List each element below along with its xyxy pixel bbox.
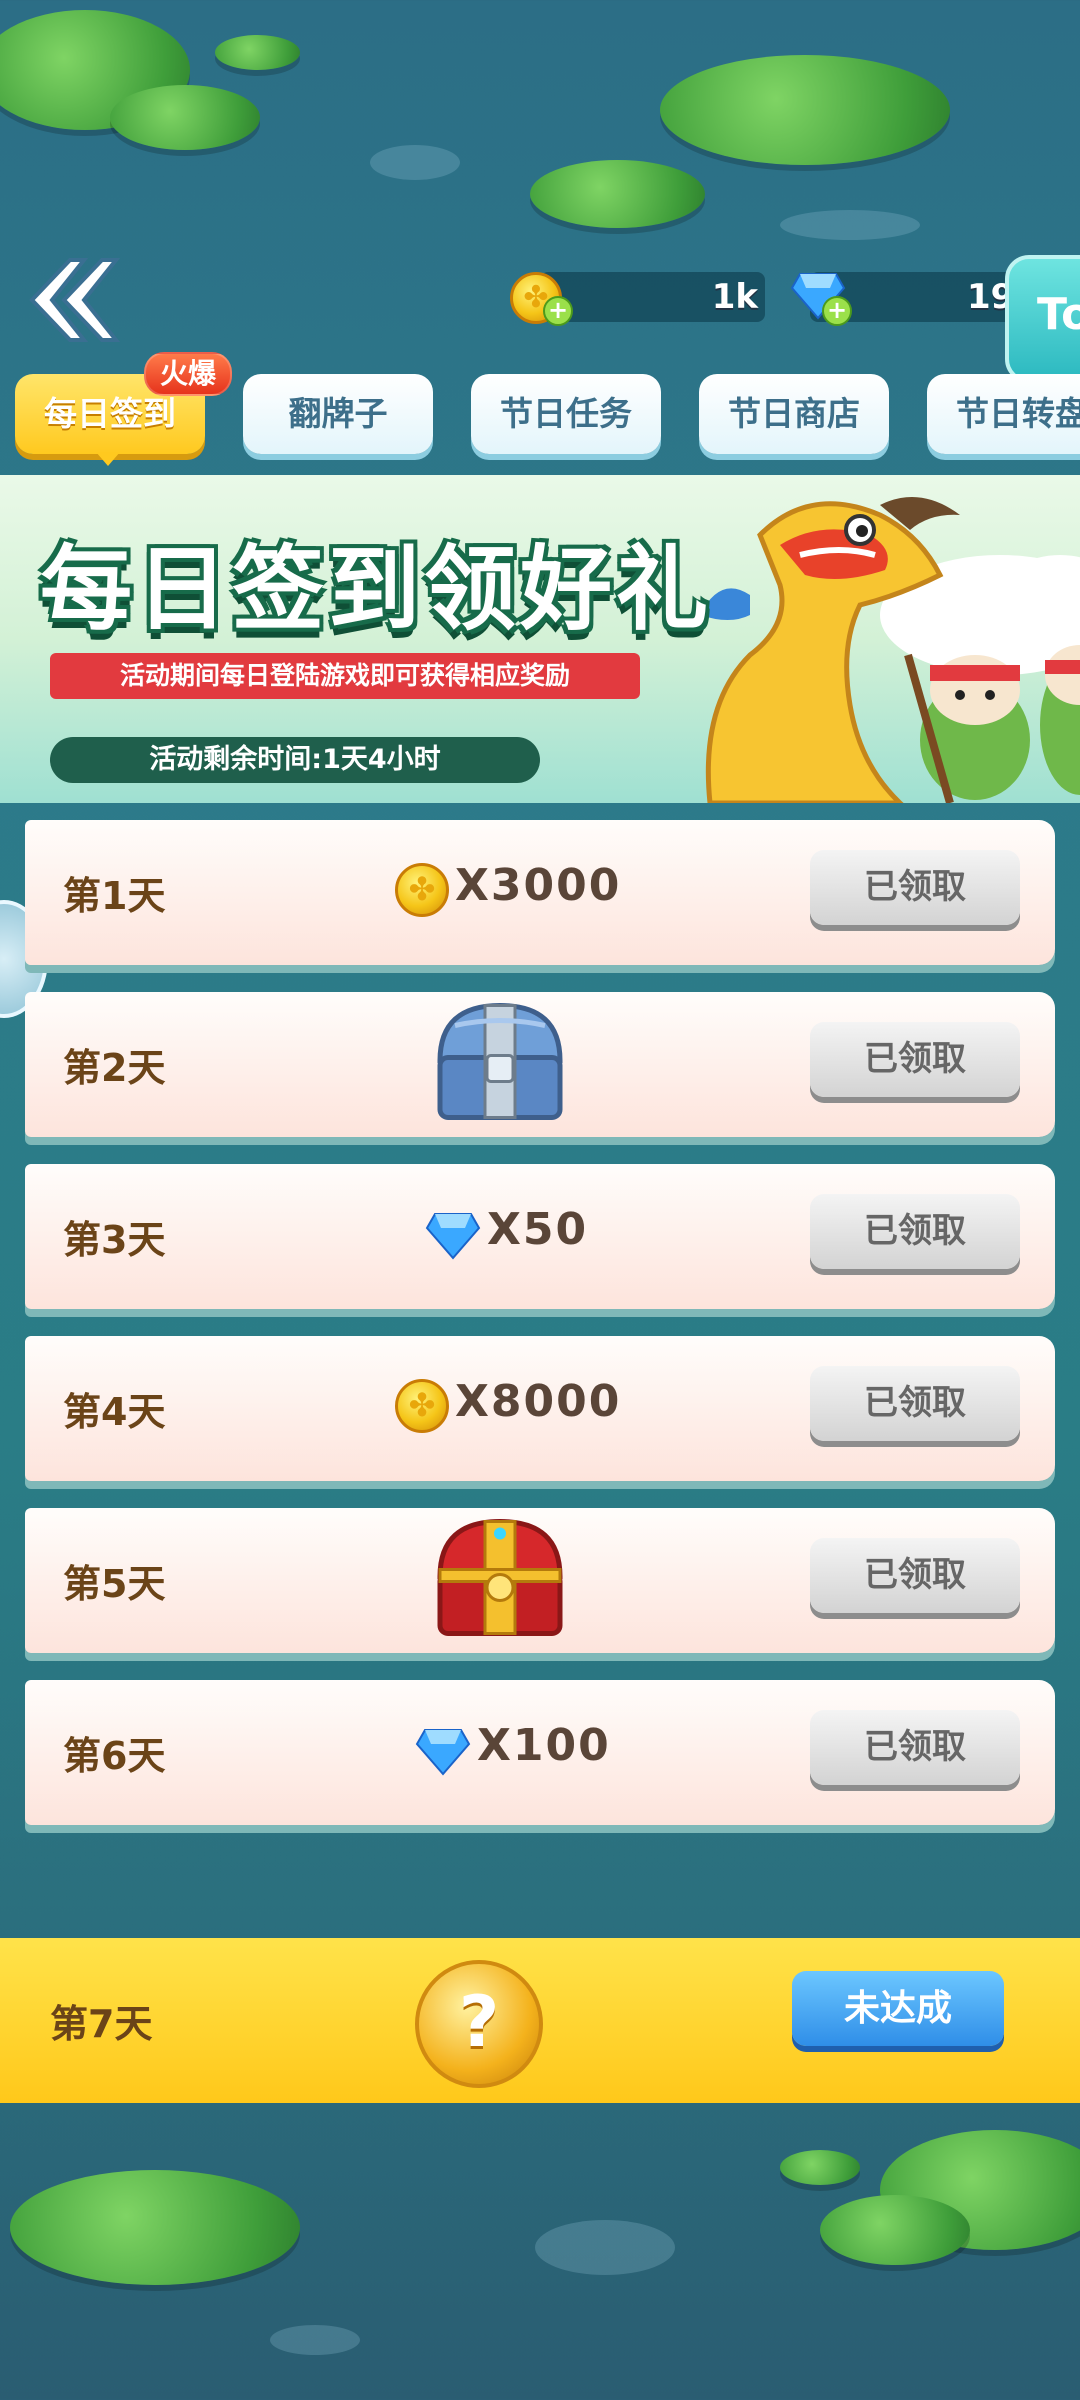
gem-icon xyxy=(415,1729,471,1776)
add-gems-icon[interactable]: + xyxy=(822,296,852,326)
day-label: 第7天 xyxy=(50,2002,153,2046)
day-label: 第1天 xyxy=(63,874,166,918)
claimed-button[interactable]: 已领取 xyxy=(810,1194,1020,1269)
claimed-button[interactable]: 已领取 xyxy=(810,1538,1020,1613)
mystery-reward-icon: ? xyxy=(415,1960,543,2088)
water-ripple xyxy=(270,2325,360,2355)
checkin-row-day5: 第5天 已领取 xyxy=(25,1508,1055,1653)
checkin-row-day6: 第6天 X100 已领取 xyxy=(25,1680,1055,1825)
lily-pad xyxy=(10,2170,300,2285)
lily-pad xyxy=(660,55,950,165)
red-chest-icon xyxy=(437,1518,563,1636)
water-ripple xyxy=(535,2220,675,2275)
lily-pad xyxy=(110,85,260,150)
banner-title: 每日签到领好礼 xyxy=(40,536,713,643)
checkin-row-day2: 第2天 已领取 xyxy=(25,992,1055,1137)
tab-festival-tasks[interactable]: 节日任务 xyxy=(471,374,661,454)
reward-amount: X8000 xyxy=(455,1376,622,1427)
coin-icon xyxy=(395,1379,449,1433)
lily-pad xyxy=(530,160,705,228)
tab-festival-shop[interactable]: 节日商店 xyxy=(699,374,889,454)
not-reached-button[interactable]: 未达成 xyxy=(792,1971,1004,2046)
checkin-row-day4: 第4天 X8000 已领取 xyxy=(25,1336,1055,1481)
reward: X3000 xyxy=(380,820,660,965)
reward-amount: X50 xyxy=(487,1204,589,1255)
active-tab-pointer xyxy=(96,452,120,466)
reward-amount: X3000 xyxy=(455,860,622,911)
hot-badge: 火爆 xyxy=(144,352,233,396)
back-arrow-icon[interactable] xyxy=(22,255,122,345)
checkin-row-day3: 第3天 X50 已领取 xyxy=(25,1164,1055,1309)
day-label: 第5天 xyxy=(63,1562,166,1606)
water-ripple xyxy=(780,210,920,240)
event-banner: 每日签到领好礼 活动期间每日登陆游戏即可获得相应奖励 活动剩余时间:1天4小时 xyxy=(0,475,1080,803)
claimed-button[interactable]: 已领取 xyxy=(810,1022,1020,1097)
checkin-row-day7: 第7天 ? 未达成 xyxy=(0,1938,1080,2103)
banner-subtitle: 活动期间每日登陆游戏即可获得相应奖励 xyxy=(50,653,640,699)
day-label: 第4天 xyxy=(63,1390,166,1434)
water-ripple xyxy=(370,145,460,180)
gem-icon xyxy=(425,1213,481,1260)
day-label: 第2天 xyxy=(63,1046,166,1090)
claimed-button[interactable]: 已领取 xyxy=(810,1710,1020,1785)
claimed-button[interactable]: 已领取 xyxy=(810,1366,1020,1441)
silver-chest-icon xyxy=(437,1002,563,1120)
tab-festival-wheel[interactable]: 节日转盘 xyxy=(927,374,1080,454)
coin-icon xyxy=(395,863,449,917)
lily-pad xyxy=(780,2150,860,2185)
reward: X8000 xyxy=(380,1336,660,1481)
event-time-remaining: 活动剩余时间:1天4小时 xyxy=(50,737,540,783)
add-coins-icon[interactable]: + xyxy=(543,296,573,326)
lily-pad xyxy=(215,35,300,70)
day-label: 第6天 xyxy=(63,1734,166,1778)
side-menu-label: To xyxy=(1037,289,1080,340)
claimed-button[interactable]: 已领取 xyxy=(810,850,1020,925)
side-menu-button[interactable]: To xyxy=(1005,255,1080,383)
reward-amount: X100 xyxy=(477,1720,611,1771)
reward: X100 xyxy=(380,1680,660,1825)
day-label: 第3天 xyxy=(63,1218,166,1262)
reward: X50 xyxy=(380,1164,660,1309)
tab-flip-cards[interactable]: 翻牌子 xyxy=(243,374,433,454)
checkin-row-day1: 第1天 X3000 已领取 xyxy=(25,820,1055,965)
lily-pad xyxy=(820,2195,970,2265)
coin-balance: 1k xyxy=(711,277,758,317)
